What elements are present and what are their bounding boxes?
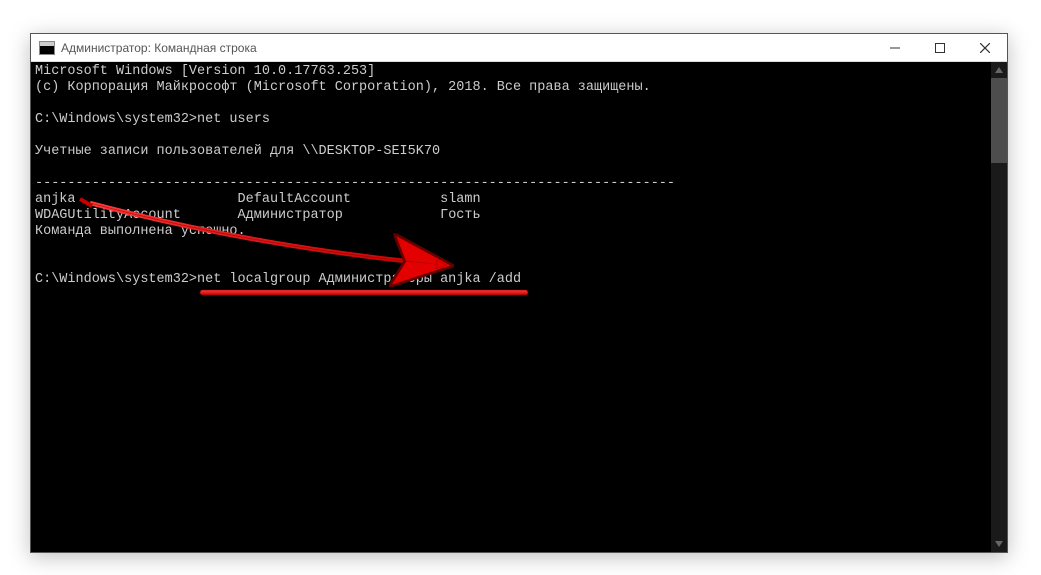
cmd-icon (39, 41, 55, 55)
scroll-down-button[interactable] (991, 536, 1007, 552)
titlebar[interactable]: Администратор: Командная строка (31, 34, 1007, 62)
terminal-output[interactable]: Microsoft Windows [Version 10.0.17763.25… (31, 62, 991, 552)
close-button[interactable] (962, 34, 1007, 61)
scroll-track[interactable] (991, 78, 1007, 536)
copyright-line: (c) Корпорация Майкрософт (Microsoft Cor… (35, 80, 651, 95)
minimize-button[interactable] (872, 34, 917, 61)
accounts-header: Учетные записи пользователей для \\DESKT… (35, 144, 440, 159)
maximize-button[interactable] (917, 34, 962, 61)
separator: ----------------------------------------… (35, 176, 675, 191)
scroll-thumb[interactable] (991, 78, 1007, 163)
client-area: Microsoft Windows [Version 10.0.17763.25… (31, 62, 1007, 552)
window-controls (872, 34, 1007, 61)
window-title: Администратор: Командная строка (61, 41, 257, 55)
success-line: Команда выполнена успешно. (35, 224, 246, 239)
prompt-2: C:\Windows\system32>net localgroup Админ… (35, 272, 521, 287)
scrollbar[interactable] (991, 62, 1007, 552)
version-line: Microsoft Windows [Version 10.0.17763.25… (35, 64, 375, 79)
scroll-up-button[interactable] (991, 62, 1007, 78)
command-prompt-window: Администратор: Командная строка Microsof… (30, 33, 1008, 553)
prompt-1: C:\Windows\system32>net users (35, 112, 270, 127)
user-row-2: WDAGUtilityAccount Администратор Гость (35, 208, 481, 223)
user-row-1: anjka DefaultAccount slamn (35, 192, 481, 207)
